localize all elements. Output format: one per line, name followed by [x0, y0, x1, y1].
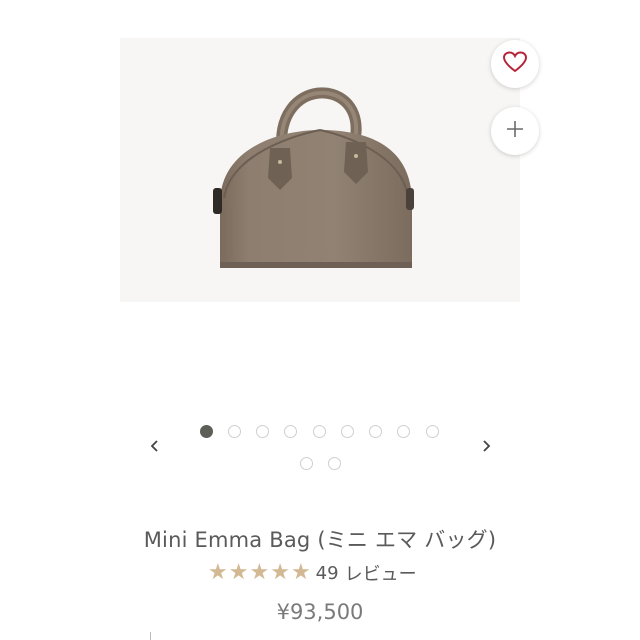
product-price: ¥93,500 [276, 600, 364, 624]
review-label[interactable]: レビュー [345, 560, 417, 586]
star-icon: ★ [270, 560, 290, 585]
rating-row[interactable]: ★ ★ ★ ★ ★ 49 レビュー [208, 560, 417, 586]
gallery-dot[interactable] [397, 425, 410, 438]
favorite-button[interactable] [491, 40, 539, 88]
heart-icon [502, 50, 528, 78]
star-icon: ★ [228, 560, 249, 585]
handbag-illustration [213, 87, 414, 268]
gallery-dot[interactable] [369, 425, 382, 438]
add-button[interactable] [491, 107, 539, 155]
gallery-prev-button[interactable] [145, 437, 165, 457]
product-title: Mini Emma Bag (ミニ エマ バッグ) [143, 528, 497, 552]
gallery-dot[interactable] [228, 425, 241, 438]
plus-icon [505, 119, 525, 143]
gallery-dot[interactable] [256, 425, 269, 438]
chevron-right-icon [481, 438, 491, 457]
gallery-next-button[interactable] [476, 437, 496, 457]
review-count[interactable]: 49 [316, 563, 339, 584]
gallery-dot[interactable] [284, 425, 297, 438]
divider [150, 632, 160, 640]
star-icon: ★ [249, 560, 270, 585]
gallery-dot[interactable] [341, 425, 354, 438]
gallery-dot[interactable] [426, 425, 439, 438]
gallery-dot[interactable] [313, 425, 326, 438]
chevron-left-icon [150, 438, 160, 457]
star-rating: ★ ★ ★ ★ ★ [208, 562, 312, 584]
star-icon: ★ [290, 560, 311, 585]
gallery-dot[interactable] [328, 457, 341, 470]
star-icon: ★ [208, 560, 228, 585]
gallery-dot[interactable] [300, 457, 313, 470]
product-image[interactable] [120, 38, 520, 302]
gallery-dot[interactable] [200, 425, 213, 438]
